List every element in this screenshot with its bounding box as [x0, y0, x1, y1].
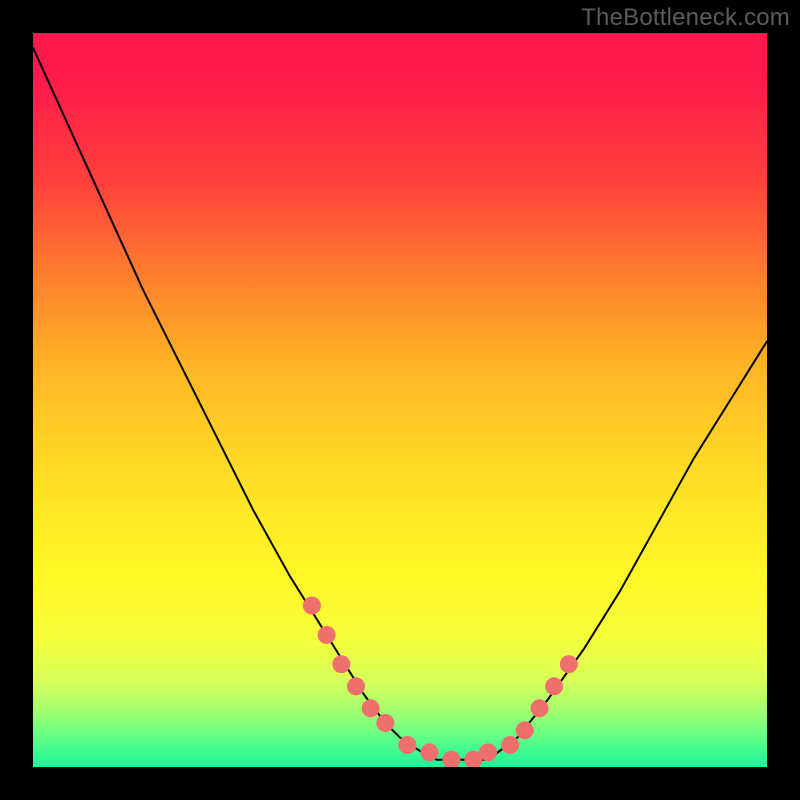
data-marker	[420, 743, 438, 761]
data-marker	[560, 655, 578, 673]
data-marker	[398, 736, 416, 754]
chart-stage: TheBottleneck.com	[0, 0, 800, 800]
data-marker	[479, 743, 497, 761]
data-marker	[545, 677, 563, 695]
data-marker	[362, 699, 380, 717]
data-marker	[303, 597, 321, 615]
data-marker	[347, 677, 365, 695]
bottleneck-curve	[33, 48, 767, 760]
data-marker	[318, 626, 336, 644]
plot-area	[33, 33, 767, 767]
data-marker	[442, 751, 460, 767]
data-marker	[376, 714, 394, 732]
watermark-label: TheBottleneck.com	[581, 4, 790, 32]
data-marker	[531, 699, 549, 717]
data-markers	[303, 597, 578, 768]
data-marker	[516, 721, 534, 739]
data-marker	[332, 655, 350, 673]
data-marker	[501, 736, 519, 754]
chart-svg	[33, 33, 767, 767]
